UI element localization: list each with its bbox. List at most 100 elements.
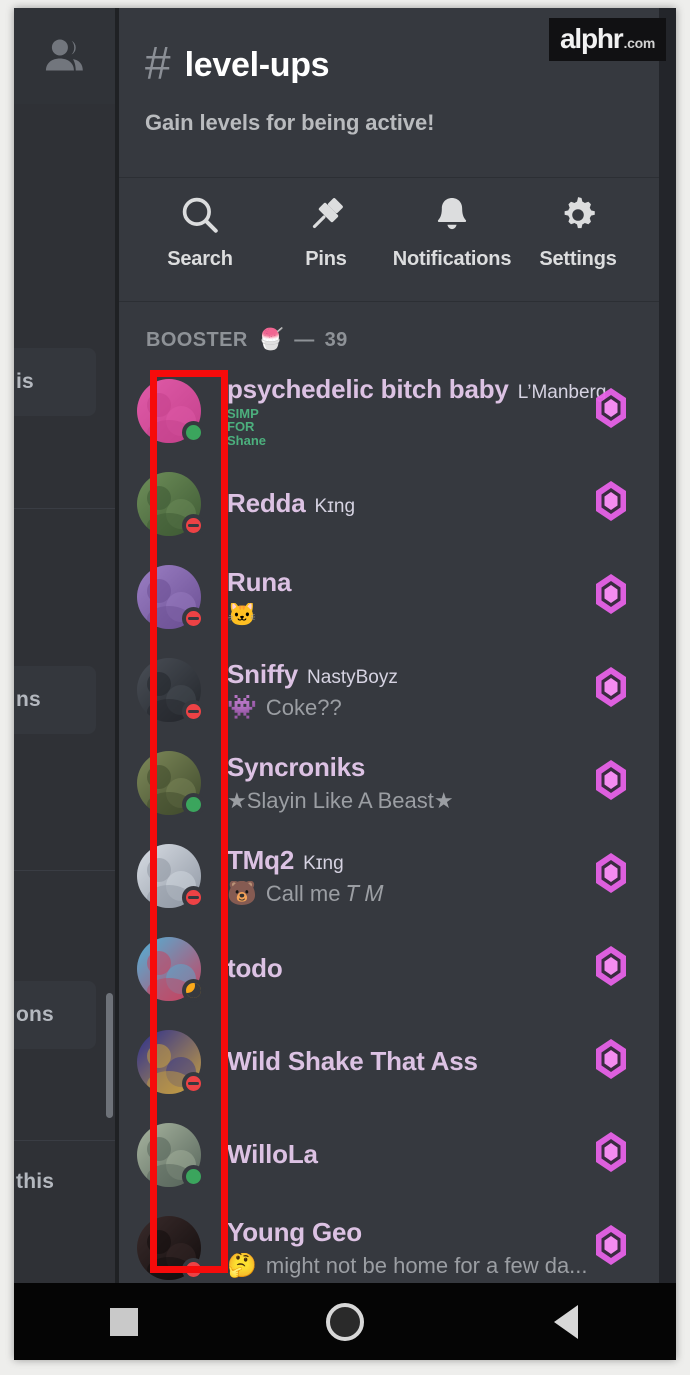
member-name: Sniffy — [227, 658, 299, 689]
avatar[interactable] — [137, 1215, 205, 1281]
booster-gem-icon[interactable] — [591, 665, 631, 714]
member-name-row: Runa — [227, 567, 591, 598]
panel-divider — [14, 508, 115, 509]
presence-dnd-indicator — [182, 1071, 205, 1095]
hash-icon: # — [145, 37, 171, 89]
booster-gem-icon[interactable] — [591, 1037, 631, 1086]
status-emoji: 🐻 — [227, 880, 257, 907]
member-list-item[interactable]: TMq2 Kɪng 🐻 Call me 𝑇 𝑀 — [119, 829, 659, 922]
member-name-row: Redda Kɪng — [227, 488, 591, 519]
member-name-row: Young Geo — [227, 1217, 591, 1248]
settings-label: Settings — [539, 248, 617, 270]
avatar[interactable] — [137, 843, 205, 909]
booster-section-count: 39 — [324, 328, 348, 351]
booster-gem-icon[interactable] — [591, 479, 631, 528]
member-custom-status: 🤔 might not be home for a few da... — [227, 1253, 591, 1279]
member-name: Syncroniks — [227, 751, 366, 782]
pins-label: Pins — [305, 248, 347, 270]
member-list-item[interactable]: Runa 🐱 — [119, 550, 659, 643]
channel-list-panel[interactable]: is ns ons this — [14, 8, 115, 1283]
search-button[interactable]: Search — [137, 192, 263, 271]
panel-divider — [14, 870, 115, 871]
watermark-tld: .com — [623, 35, 656, 51]
home-circle-icon — [326, 1302, 364, 1341]
avatar[interactable] — [137, 1122, 205, 1188]
pins-button[interactable]: Pins — [263, 192, 389, 271]
member-info: todo — [227, 953, 591, 984]
avatar[interactable] — [137, 564, 205, 630]
recents-button[interactable] — [14, 1307, 235, 1336]
search-label: Search — [167, 248, 233, 270]
member-list-item[interactable]: Young Geo 🤔 might not be home for a few d… — [119, 1201, 659, 1283]
avatar[interactable] — [137, 471, 205, 537]
member-list: psychedelic bitch baby L’Manberg SIMP FOR… — [119, 364, 659, 1283]
member-status-line: Shane — [227, 432, 267, 448]
channel-item-partial[interactable]: ons — [14, 981, 96, 1049]
status-emoji: 🤔 — [227, 1252, 257, 1279]
avatar[interactable] — [137, 1029, 205, 1095]
member-name: psychedelic bitch baby — [227, 373, 509, 404]
member-name-row: todo — [227, 953, 591, 984]
booster-gem-icon[interactable] — [591, 944, 631, 993]
channel-item-partial[interactable]: is — [14, 348, 96, 416]
booster-gem-icon[interactable] — [591, 1130, 631, 1179]
member-list-item[interactable]: Wild Shake That Ass — [119, 1015, 659, 1108]
gear-icon — [557, 192, 599, 238]
member-tag: Kɪng — [314, 496, 356, 517]
member-info: TMq2 Kɪng 🐻 Call me 𝑇 𝑀 — [227, 845, 591, 907]
avatar[interactable] — [137, 750, 205, 816]
status-emoji: 👾 — [227, 694, 257, 721]
shaved-ice-emoji: 🍧 — [257, 328, 285, 351]
status-emoji: 🐱 — [227, 602, 257, 627]
channel-list-scrollbar[interactable] — [106, 993, 113, 1118]
people-icon — [45, 39, 83, 71]
notifications-button[interactable]: Notifications — [389, 192, 515, 271]
members-toggle-button[interactable] — [14, 8, 115, 104]
android-navigation-bar — [14, 1283, 676, 1360]
member-tag: Kɪng — [303, 852, 344, 874]
member-list-item[interactable]: Syncroniks ★Slayin Like A Beast★ — [119, 736, 659, 829]
member-status-text: Call me 𝑇 𝑀 — [265, 880, 384, 906]
channel-item-partial[interactable]: this — [14, 1148, 96, 1216]
member-list-item[interactable]: Sniffy NastyBoyz 👾 Coke?? — [119, 643, 659, 736]
member-custom-status: 🐻 Call me 𝑇 𝑀 — [227, 881, 591, 907]
presence-dnd-indicator — [182, 606, 205, 630]
member-name-row: WilloLa — [227, 1139, 591, 1170]
recents-square-icon — [110, 1307, 139, 1336]
bell-icon — [431, 192, 473, 238]
screenshot-root: is ns ons this # level-ups Gain levels f… — [0, 0, 690, 1375]
back-triangle-icon — [553, 1304, 578, 1339]
member-list-item[interactable]: WilloLa — [119, 1108, 659, 1201]
member-status-text: ★Slayin Like A Beast★ — [227, 787, 454, 813]
notifications-label: Notifications — [392, 248, 512, 270]
member-info: Young Geo 🤔 might not be home for a few d… — [227, 1217, 591, 1279]
member-name: Runa — [227, 566, 292, 597]
presence-online-indicator — [182, 792, 205, 816]
avatar[interactable] — [137, 657, 205, 723]
member-list-item[interactable]: Redda Kɪng — [119, 457, 659, 550]
booster-gem-icon[interactable] — [591, 386, 631, 435]
booster-gem-icon[interactable] — [591, 572, 631, 621]
member-info: psychedelic bitch baby L’Manberg SIMP FOR… — [227, 373, 606, 448]
member-info: Sniffy NastyBoyz 👾 Coke?? — [227, 659, 591, 721]
member-list-pane: # level-ups Gain levels for being active… — [119, 8, 659, 1283]
member-name-row: Sniffy NastyBoyz — [227, 659, 591, 690]
home-button[interactable] — [235, 1302, 456, 1341]
member-info: WilloLa — [227, 1139, 591, 1170]
member-name-row: TMq2 Kɪng — [227, 845, 591, 876]
member-list-item[interactable]: todo — [119, 922, 659, 1015]
member-tag: NastyBoyz — [307, 666, 398, 688]
presence-idle-indicator — [182, 978, 205, 1002]
alphr-watermark: alphr .com — [549, 18, 666, 61]
avatar[interactable] — [137, 936, 205, 1002]
booster-gem-icon[interactable] — [591, 758, 631, 807]
channel-item-partial[interactable]: ns — [14, 666, 96, 734]
back-button[interactable] — [455, 1304, 676, 1339]
settings-button[interactable]: Settings — [515, 192, 641, 271]
avatar[interactable] — [137, 378, 205, 444]
member-list-item[interactable]: psychedelic bitch baby L’Manberg SIMP FOR… — [119, 364, 659, 457]
member-name-row: Wild Shake That Ass — [227, 1046, 591, 1077]
right-rail — [659, 8, 676, 1283]
booster-gem-icon[interactable] — [591, 1223, 631, 1272]
booster-gem-icon[interactable] — [591, 851, 631, 900]
